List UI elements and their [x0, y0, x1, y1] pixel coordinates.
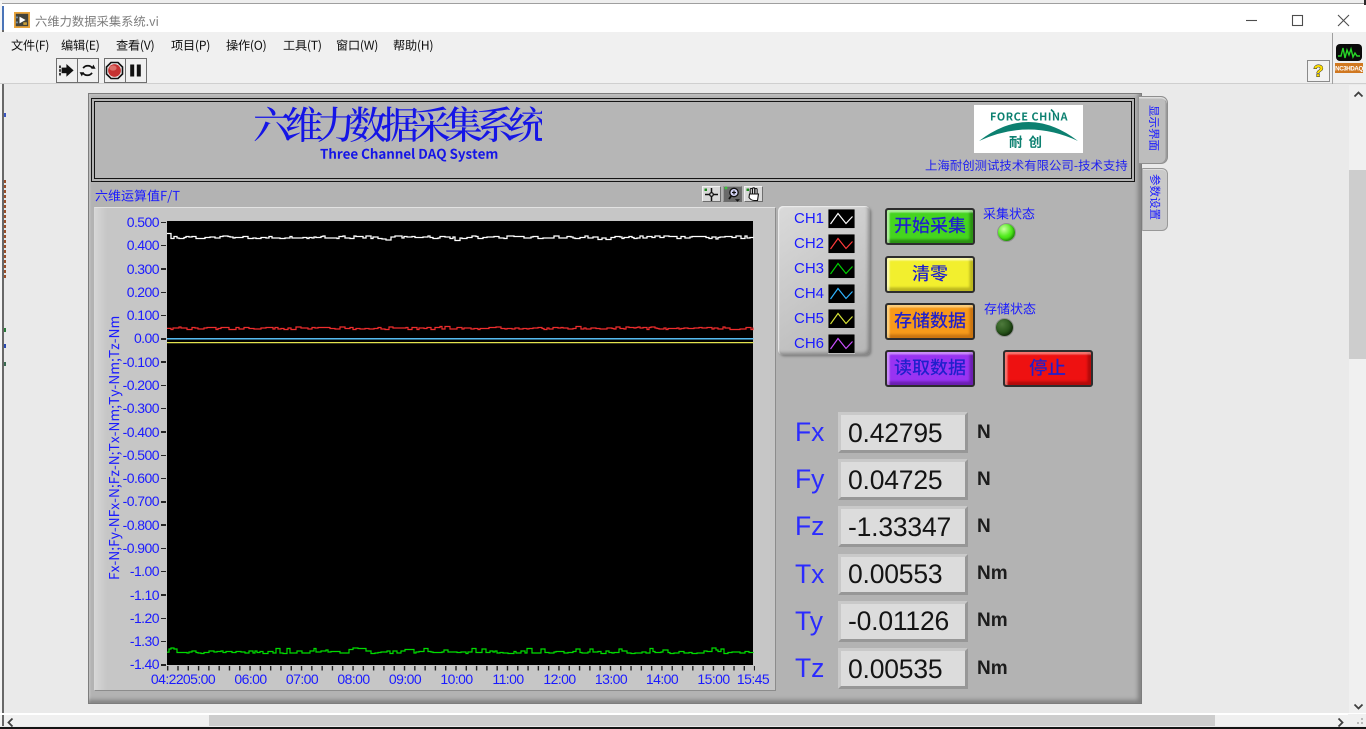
- svg-text:NC3HDAQ: NC3HDAQ: [1335, 66, 1363, 73]
- svg-text:?: ?: [1313, 61, 1323, 80]
